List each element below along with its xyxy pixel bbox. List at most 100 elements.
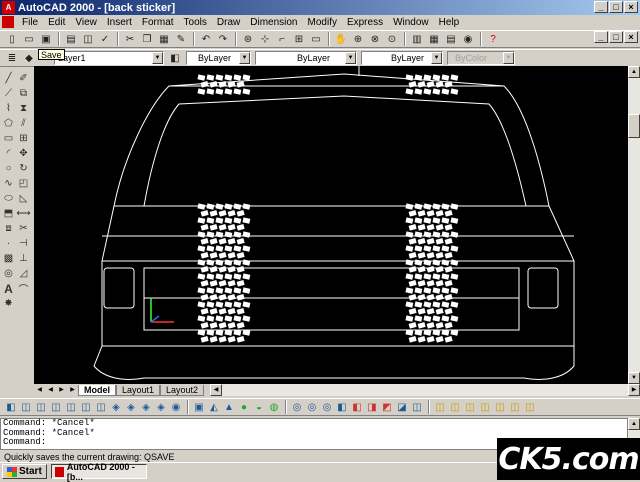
new-icon[interactable]: ▯ — [4, 32, 20, 46]
zoom-realtime-icon[interactable]: ⊕ — [350, 32, 366, 46]
print-icon[interactable]: ▤ — [63, 32, 79, 46]
tool-palette-icon[interactable]: ▤ — [443, 32, 459, 46]
text-icon[interactable]: A — [1, 281, 16, 296]
dish-icon[interactable]: ◒ — [252, 400, 266, 414]
torus-icon[interactable]: ◍ — [267, 400, 281, 414]
shade-icon[interactable]: ◧ — [335, 400, 349, 414]
continuous-orbit-icon[interactable]: ◎ — [305, 400, 319, 414]
tread-stripe-left[interactable] — [197, 203, 251, 343]
copy-object-icon[interactable]: ⧉ — [16, 86, 31, 101]
cone-icon[interactable]: ▲ — [222, 400, 236, 414]
scene-icon[interactable]: ◫ — [410, 400, 424, 414]
horizontal-scrollbar[interactable]: ◀ ▶ — [210, 384, 640, 396]
ellipse-icon[interactable]: ⬭ — [1, 191, 16, 206]
vertical-scrollbar[interactable]: ▲ ▼ — [628, 66, 640, 384]
autocad-app-icon[interactable]: A — [2, 1, 15, 14]
hatch-icon[interactable]: ▩ — [1, 251, 16, 266]
zoom-3d-icon[interactable]: ◎ — [320, 400, 334, 414]
circle-icon[interactable]: ○ — [1, 161, 16, 176]
top-view-icon[interactable]: ◫ — [19, 400, 33, 414]
intersect-icon[interactable]: ◫ — [478, 400, 492, 414]
tread-stripe-top-right[interactable] — [405, 74, 459, 95]
last-tab-icon[interactable]: ▶ — [67, 385, 78, 396]
print-preview-icon[interactable]: ◫ — [80, 32, 96, 46]
spell-icon[interactable]: ✓ — [97, 32, 113, 46]
front-view-icon[interactable]: ◫ — [79, 400, 93, 414]
menu-modify[interactable]: Modify — [303, 17, 342, 28]
zoom-previous-icon[interactable]: ⊙ — [384, 32, 400, 46]
scroll-up-icon[interactable]: ▲ — [628, 418, 640, 430]
menu-view[interactable]: View — [70, 17, 102, 28]
maximize-button[interactable]: □ — [609, 1, 623, 13]
region-icon[interactable]: ◎ — [1, 266, 16, 281]
ucs-icon[interactable]: ⌐ — [274, 32, 290, 46]
open-icon[interactable]: ▭ — [21, 32, 37, 46]
inquiry-icon[interactable]: ⊞ — [291, 32, 307, 46]
menu-tools[interactable]: Tools — [179, 17, 212, 28]
construction-line-icon[interactable]: ⟋ — [1, 86, 16, 101]
chamfer-icon[interactable]: ◿ — [16, 266, 31, 281]
lineweight-dropdown[interactable]: ByLayer ▼ — [361, 51, 443, 65]
view-icon[interactable]: ◧ — [4, 400, 18, 414]
redo-icon[interactable]: ↷ — [215, 32, 231, 46]
move-icon[interactable]: ✥ — [16, 146, 31, 161]
offset-icon[interactable]: ⫽ — [16, 116, 31, 131]
box-icon[interactable]: ▣ — [192, 400, 206, 414]
layers-icon[interactable]: ≣ — [4, 51, 20, 65]
union-icon[interactable]: ◫ — [448, 400, 462, 414]
scroll-thumb[interactable] — [628, 114, 640, 138]
rotate-icon[interactable]: ↻ — [16, 161, 31, 176]
menu-insert[interactable]: Insert — [102, 17, 137, 28]
ne-iso-icon[interactable]: ◈ — [139, 400, 153, 414]
flat-shade-icon[interactable]: ◨ — [365, 400, 379, 414]
line-icon[interactable]: ╱ — [1, 71, 16, 86]
slice-icon[interactable]: ◫ — [493, 400, 507, 414]
camera-icon[interactable]: ◉ — [169, 400, 183, 414]
layer-dropdown[interactable]: Layer1 ▼ — [54, 51, 164, 65]
mirror-icon[interactable]: ⧗ — [16, 101, 31, 116]
paste-icon[interactable]: ▦ — [156, 32, 172, 46]
menu-format[interactable]: Format — [137, 17, 179, 28]
tab-model[interactable]: Model — [78, 384, 116, 396]
solids-icon[interactable]: ◫ — [433, 400, 447, 414]
arc-icon[interactable]: ◜ — [1, 146, 16, 161]
scroll-right-icon[interactable]: ▶ — [628, 384, 640, 396]
subtract-icon[interactable]: ◫ — [463, 400, 477, 414]
menu-file[interactable]: File — [17, 17, 43, 28]
sw-iso-icon[interactable]: ◈ — [109, 400, 123, 414]
stretch-icon[interactable]: ◺ — [16, 191, 31, 206]
spline-icon[interactable]: ∿ — [1, 176, 16, 191]
dbconnect-icon[interactable]: ◉ — [460, 32, 476, 46]
copy-icon[interactable]: ❐ — [139, 32, 155, 46]
chevron-down-icon[interactable]: ▼ — [152, 52, 163, 64]
color-dropdown[interactable]: ByLayer ▼ — [186, 51, 251, 65]
tread-stripe-right[interactable] — [405, 203, 459, 343]
help-icon[interactable]: ? — [485, 32, 501, 46]
scroll-left-icon[interactable]: ◀ — [210, 384, 223, 396]
wedge-icon[interactable]: ◭ — [207, 400, 221, 414]
erase-icon[interactable]: ✐ — [16, 71, 31, 86]
lengthen-icon[interactable]: ⟷ — [16, 206, 31, 221]
back-view-icon[interactable]: ◫ — [94, 400, 108, 414]
menu-dimension[interactable]: Dimension — [245, 17, 302, 28]
properties-icon[interactable]: ▥ — [409, 32, 425, 46]
hide-icon[interactable]: ◧ — [350, 400, 364, 414]
next-tab-icon[interactable]: ▶ — [56, 385, 67, 396]
cut-icon[interactable]: ✂ — [122, 32, 138, 46]
menu-draw[interactable]: Draw — [212, 17, 245, 28]
hyperlink-icon[interactable]: ⊛ — [240, 32, 256, 46]
se-iso-icon[interactable]: ◈ — [124, 400, 138, 414]
render-icon[interactable]: ◪ — [395, 400, 409, 414]
make-block-icon[interactable]: ⧈ — [1, 221, 16, 236]
tread-stripe-top-left[interactable] — [197, 74, 251, 95]
sphere-icon[interactable]: ● — [237, 400, 251, 414]
redraw-icon[interactable]: ▭ — [308, 32, 324, 46]
interfere-icon[interactable]: ◫ — [523, 400, 537, 414]
explode-icon[interactable]: ✸ — [1, 296, 16, 311]
orbit-icon[interactable]: ◎ — [290, 400, 304, 414]
drawing-area[interactable] — [34, 66, 628, 384]
array-icon[interactable]: ⊞ — [16, 131, 31, 146]
extend-icon[interactable]: ⊣ — [16, 236, 31, 251]
polygon-icon[interactable]: ⬠ — [1, 116, 16, 131]
taskbar-autocad[interactable]: AutoCAD 2000 - [b... — [50, 462, 147, 482]
